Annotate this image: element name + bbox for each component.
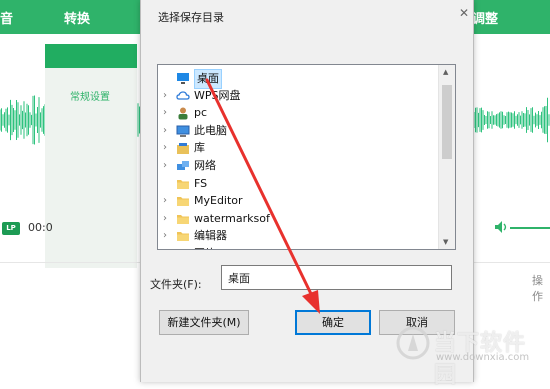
watermark: 当下软件园 www.downxia.com	[396, 322, 546, 388]
watermark-logo-icon	[396, 326, 430, 360]
watermark-url: www.downxia.com	[436, 352, 530, 363]
